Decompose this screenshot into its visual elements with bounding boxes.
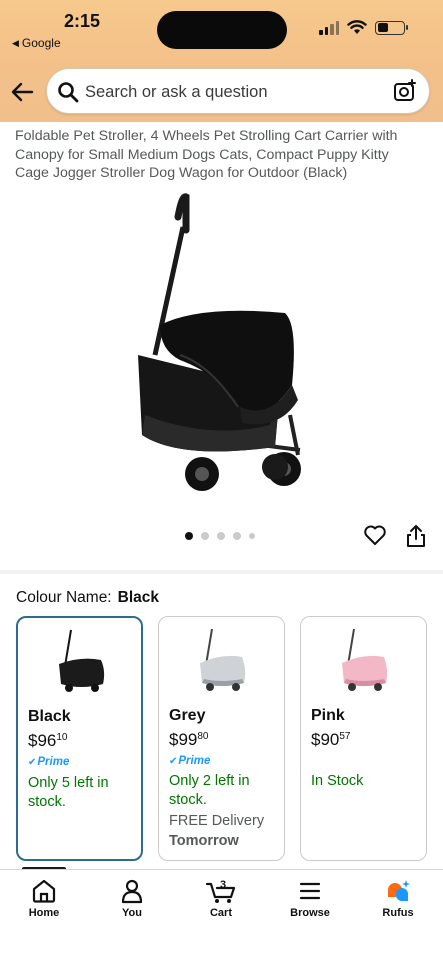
variant-thumbnail — [200, 628, 246, 691]
carousel-dot[interactable] — [233, 532, 241, 540]
carousel-dot[interactable] — [249, 533, 255, 539]
prime-check-icon: ✔ — [28, 756, 37, 768]
section-divider — [0, 570, 443, 574]
nav-rufus[interactable]: Rufus — [363, 878, 433, 919]
colour-label-text: Colour Name: — [16, 589, 112, 606]
colour-option-grey[interactable]: Grey $9980 ✔ Prime Only 2 left in stock. … — [158, 616, 285, 861]
cart-icon: 3 — [205, 879, 236, 903]
image-carousel-indicator[interactable] — [185, 532, 255, 540]
bottom-navigation: Home You 3 Cart Browse Rufus — [0, 869, 443, 960]
nav-label: You — [122, 907, 142, 919]
variant-thumbnail — [59, 629, 105, 692]
back-triangle-icon: ◀ — [12, 37, 19, 48]
status-time: 2:15 — [64, 11, 101, 31]
cart-count-badge: 3 — [220, 879, 226, 891]
status-icons — [319, 20, 408, 35]
colour-option-black[interactable]: Black $9610 ✔ Prime Only 5 left in stock. — [16, 616, 143, 861]
menu-icon — [299, 882, 321, 900]
variant-thumbnail — [342, 628, 388, 691]
search-input[interactable]: Search or ask a question — [85, 83, 268, 102]
prime-badge: ✔ Prime — [169, 755, 211, 767]
back-app-label: Google — [21, 36, 61, 50]
rufus-icon — [388, 880, 410, 902]
nav-you[interactable]: You — [97, 878, 167, 919]
variant-name: Pink — [311, 707, 345, 724]
nav-cart[interactable]: 3 Cart — [186, 878, 256, 919]
nav-label: Browse — [290, 907, 330, 919]
wheel — [262, 454, 288, 480]
stock-status: Only 5 left in stock. — [28, 775, 109, 810]
nav-home[interactable]: Home — [9, 878, 79, 919]
search-icon — [58, 82, 79, 103]
top-header: 2:15 ◀ Google Search or ask a question — [0, 0, 443, 122]
nav-label: Rufus — [382, 907, 414, 919]
selected-colour: Black — [117, 589, 159, 606]
search-bar[interactable]: Search or ask a question — [46, 68, 430, 114]
delivery-info: FREE Delivery Tomorrow — [169, 813, 265, 849]
wifi-icon — [347, 20, 367, 34]
variant-price: $9057 — [311, 730, 351, 749]
carousel-dot[interactable] — [201, 532, 209, 540]
camera-search-icon[interactable] — [393, 79, 417, 103]
prime-check-icon: ✔ — [169, 755, 178, 767]
colour-name-label: Colour Name: Black — [16, 589, 159, 607]
colour-option-pink[interactable]: Pink $9057 In Stock — [300, 616, 427, 861]
product-image[interactable] — [120, 185, 325, 495]
cellular-signal-icon — [319, 20, 339, 35]
stock-status: Only 2 left in stock. — [169, 773, 250, 808]
user-icon — [121, 879, 143, 904]
dynamic-island — [157, 11, 287, 49]
carousel-dot[interactable] — [217, 532, 225, 540]
variant-price: $9980 — [169, 730, 209, 749]
share-icon[interactable] — [405, 524, 427, 548]
nav-label: Cart — [209, 907, 232, 919]
carousel-dot[interactable] — [185, 532, 193, 540]
home-icon — [32, 879, 56, 903]
variant-price: $9610 — [28, 731, 68, 750]
heart-icon[interactable] — [363, 523, 387, 547]
variant-name: Black — [28, 708, 71, 725]
product-title: Foldable Pet Stroller, 4 Wheels Pet Stro… — [15, 128, 398, 181]
nav-label: Home — [28, 907, 60, 919]
battery-icon — [375, 20, 408, 35]
back-arrow-icon[interactable] — [10, 80, 36, 104]
back-to-app-link[interactable]: ◀ Google — [12, 36, 61, 50]
nav-browse[interactable]: Browse — [275, 878, 345, 919]
stock-status: In Stock — [311, 773, 364, 789]
variant-name: Grey — [169, 707, 206, 724]
wheel — [185, 457, 219, 491]
prime-badge: ✔ Prime — [28, 756, 70, 768]
